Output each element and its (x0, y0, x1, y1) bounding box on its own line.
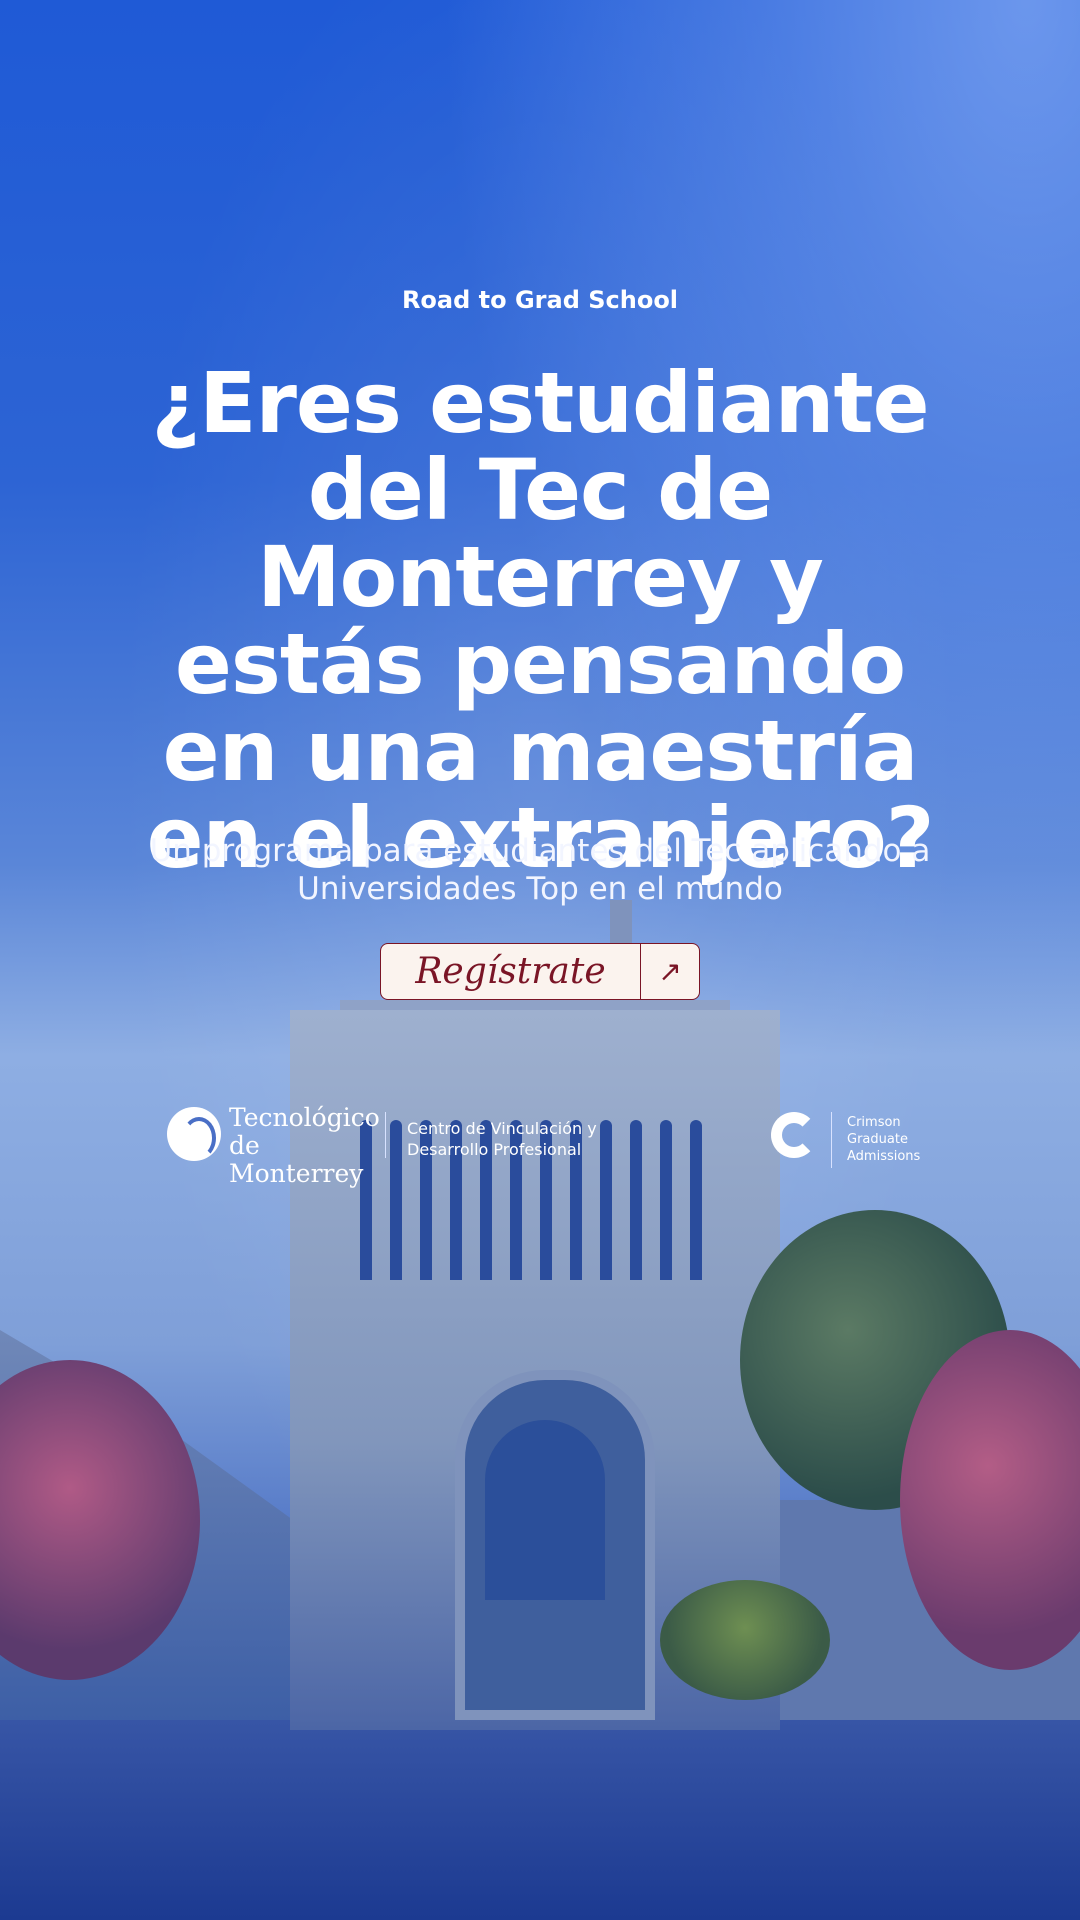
crimson-logo-icon (771, 1112, 817, 1158)
logo-divider (831, 1112, 832, 1168)
poster: Road to Grad School ¿Eres estudiante del… (0, 0, 1080, 1920)
tec-logo-text: Tecnológico de Monterrey (229, 1103, 380, 1188)
logo-divider (385, 1112, 386, 1158)
crimson-logo-text: Crimson Graduate Admissions (847, 1115, 921, 1164)
eyebrow-label: Road to Grad School (401, 286, 679, 314)
register-button-label: Regístrate (415, 951, 606, 992)
register-button[interactable]: Regístrate ↗ (380, 943, 700, 1000)
tree (660, 1580, 830, 1700)
partner-logos: Tecnológico de Monterrey Centro de Vincu… (167, 1100, 927, 1188)
tec-emblem-icon (167, 1107, 221, 1161)
department-name: Centro de Vinculación y Desarrollo Profe… (407, 1119, 597, 1159)
arch-window (485, 1420, 605, 1600)
subtitle: Un programa para estudiantes del Tec apl… (149, 833, 931, 907)
arrow-up-right-icon: ↗ (640, 944, 699, 999)
ground (0, 1700, 1080, 1920)
headline: ¿Eres estudiante del Tec de Monterrey y … (146, 354, 935, 887)
